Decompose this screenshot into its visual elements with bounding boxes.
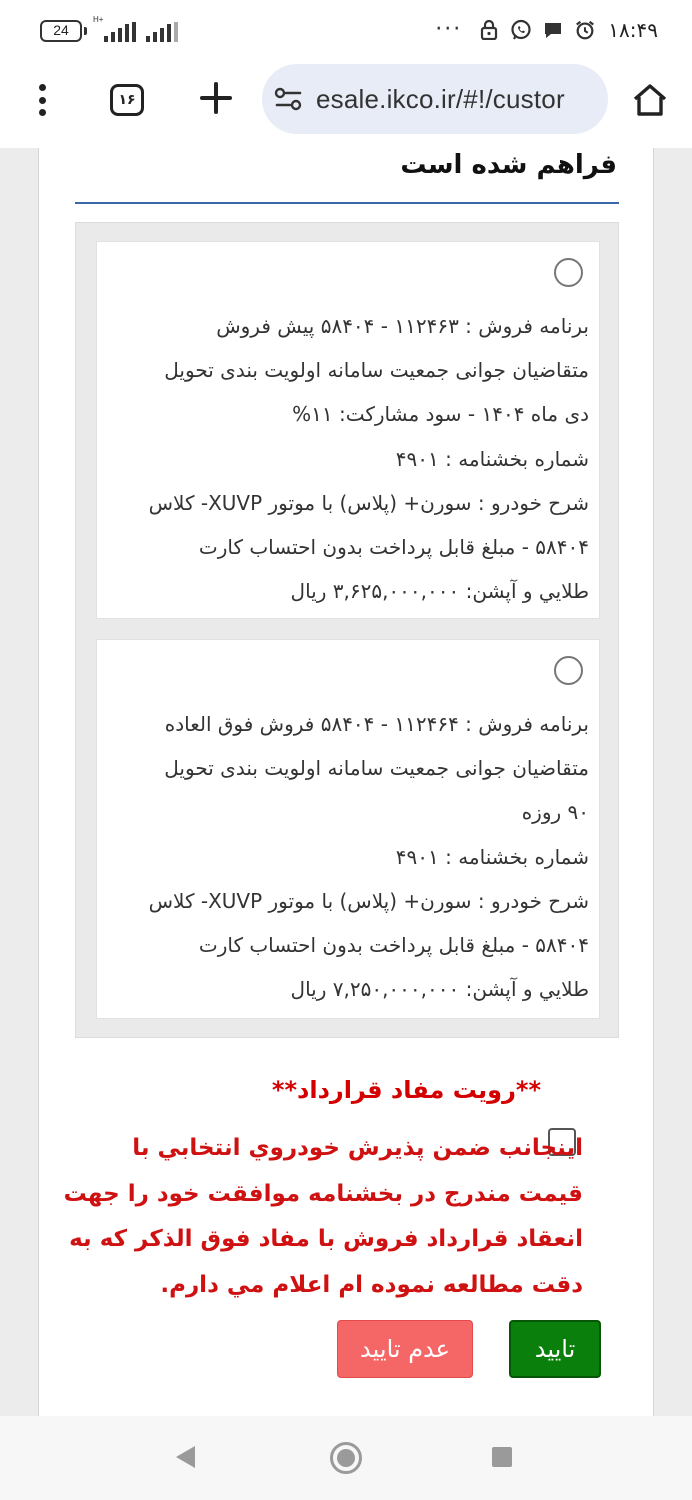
option-line: ۵۸۴۰۴ - مبلغ قابل پرداخت بدون احتساب کار… bbox=[198, 933, 589, 958]
consent-line: دقت مطالعه نموده ام اعلام مي دارم. bbox=[160, 1271, 583, 1298]
status-bar: 24 H+ ··· ۱۸:۴۹ bbox=[0, 0, 692, 60]
option-line: طلايي و آپشن: ۷,۲۵۰,۰۰۰,۰۰۰ ريال bbox=[290, 977, 589, 1002]
confirm-button[interactable]: تایید bbox=[509, 1320, 601, 1378]
sale-option-card[interactable]: برنامه فروش : ۱۱۲۴۶۴ - ۵۸۴۰۴ فروش فوق ال… bbox=[96, 639, 600, 1019]
signal-strength-icon bbox=[104, 22, 136, 42]
page-content: فراهم شده است برنامه فروش : ۱۱۲۴۶۳ - ۵۸۴… bbox=[0, 148, 692, 1416]
sale-option-radio[interactable] bbox=[554, 258, 583, 287]
consent-line: انعقاد قرارداد فروش با مفاد فوق الذکر که… bbox=[69, 1226, 583, 1252]
option-line: برنامه فروش : ۱۱۲۴۶۳ - ۵۸۴۰۴ پیش فروش bbox=[216, 314, 589, 338]
option-line: طلايي و آپشن: ۳,۶۲۵,۰۰۰,۰۰۰ ريال bbox=[290, 579, 589, 604]
back-icon[interactable] bbox=[176, 1446, 195, 1468]
whatsapp-icon bbox=[510, 19, 532, 41]
option-line: متقاضیان جوانی جمعیت سامانه اولویت بندی … bbox=[164, 756, 589, 781]
status-icons: ··· ۱۸:۴۹ bbox=[435, 14, 658, 46]
network-type-label: H+ bbox=[93, 15, 104, 24]
chat-bubble-icon bbox=[542, 19, 564, 41]
consent-text: اينجانب ضمن پذيرش خودروي انتخابي با قيمت… bbox=[63, 1126, 583, 1308]
contract-terms-title: **رويت مفاد قرارداد** bbox=[271, 1076, 541, 1104]
more-notifications-icon: ··· bbox=[435, 17, 463, 42]
battery-level: 24 bbox=[53, 22, 69, 38]
option-line: شماره بخشنامه : ۴۹۰۱ bbox=[395, 446, 589, 471]
alarm-icon bbox=[574, 19, 596, 41]
battery-icon: 24 bbox=[40, 20, 87, 42]
site-settings-icon[interactable] bbox=[274, 86, 304, 112]
option-line: شرح خودرو : سورن+ (پلاس) با موتور XUVP- … bbox=[148, 888, 589, 913]
url-text[interactable]: esale.ikco.ir/#!/custor bbox=[316, 82, 565, 116]
recents-icon[interactable] bbox=[492, 1447, 512, 1467]
home-icon[interactable] bbox=[630, 80, 670, 120]
new-tab-icon[interactable] bbox=[196, 78, 236, 118]
sale-option-details: برنامه فروش : ۱۱۲۴۶۴ - ۵۸۴۰۴ فروش فوق ال… bbox=[101, 702, 589, 1011]
option-line: دی ماه ۱۴۰۴ - سود مشارکت: ۱۱% bbox=[292, 402, 589, 427]
lock-icon bbox=[478, 19, 500, 41]
reject-button[interactable]: عدم تایید bbox=[337, 1320, 473, 1378]
option-line: برنامه فروش : ۱۱۲۴۶۴ - ۵۸۴۰۴ فروش فوق ال… bbox=[164, 712, 589, 736]
sale-option-card[interactable]: برنامه فروش : ۱۱۲۴۶۳ - ۵۸۴۰۴ پیش فروش مت… bbox=[96, 241, 600, 619]
sale-option-details: برنامه فروش : ۱۱۲۴۶۳ - ۵۸۴۰۴ پیش فروش مت… bbox=[101, 304, 589, 613]
tabs-button[interactable]: ۱۶ bbox=[110, 84, 144, 116]
clock: ۱۸:۴۹ bbox=[608, 18, 658, 42]
heading-divider bbox=[75, 202, 619, 204]
sale-options-list: برنامه فروش : ۱۱۲۴۶۳ - ۵۸۴۰۴ پیش فروش مت… bbox=[75, 222, 619, 1038]
browser-toolbar: ۱۶ esale.ikco.ir/#!/custor bbox=[0, 60, 692, 148]
option-line: ۹۰ روزه bbox=[521, 800, 589, 825]
consent-line: اينجانب ضمن پذيرش خودروي انتخابي با bbox=[132, 1135, 583, 1161]
menu-dots-icon[interactable] bbox=[28, 80, 56, 120]
option-line: شماره بخشنامه : ۴۹۰۱ bbox=[395, 844, 589, 869]
option-line: شرح خودرو : سورن+ (پلاس) با موتور XUVP- … bbox=[148, 490, 589, 515]
content-panel: فراهم شده است برنامه فروش : ۱۱۲۴۶۳ - ۵۸۴… bbox=[38, 148, 654, 1416]
system-navigation-bar bbox=[0, 1416, 692, 1500]
sale-option-radio[interactable] bbox=[554, 656, 583, 685]
signal-strength-secondary-icon bbox=[146, 22, 178, 42]
tab-count: ۱۶ bbox=[118, 92, 136, 108]
address-bar[interactable]: esale.ikco.ir/#!/custor bbox=[262, 64, 608, 134]
home-circle-icon[interactable] bbox=[330, 1442, 362, 1474]
section-heading: فراهم شده است bbox=[400, 150, 617, 180]
option-line: ۵۸۴۰۴ - مبلغ قابل پرداخت بدون احتساب کار… bbox=[198, 535, 589, 560]
option-line: متقاضیان جوانی جمعیت سامانه اولویت بندی … bbox=[164, 358, 589, 383]
consent-line: قيمت مندرج در بخشنامه موافقت خود را جهت bbox=[63, 1180, 583, 1207]
